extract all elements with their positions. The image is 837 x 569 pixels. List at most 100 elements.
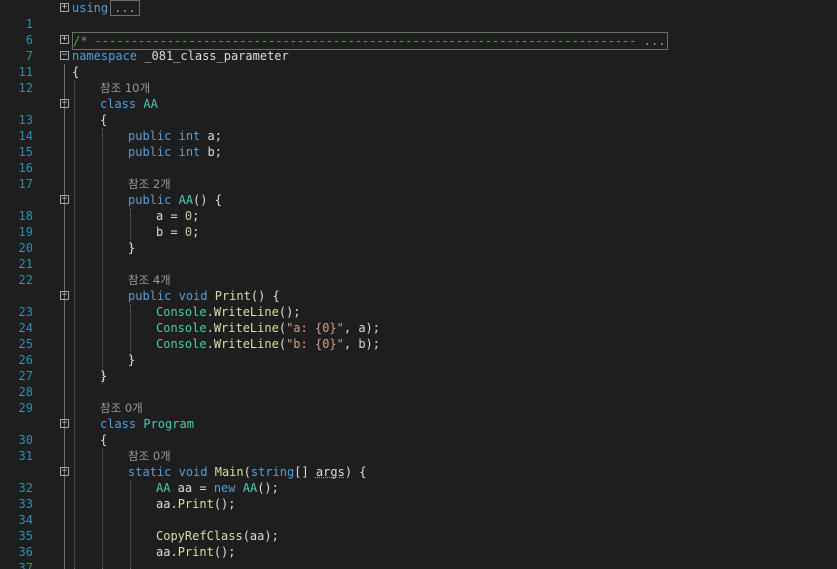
string-literal: "a: {0}" xyxy=(286,321,344,335)
code-line[interactable]: 28 } xyxy=(0,368,837,399)
line-content: Console.WriteLine("b: {0}", b); xyxy=(156,336,380,352)
punctuation: (aa); xyxy=(242,529,279,543)
method-name: WriteLine xyxy=(213,337,279,351)
code-line[interactable]: 15 public int a; xyxy=(0,128,837,159)
codelens-references[interactable]: 참조 10개 xyxy=(100,80,150,96)
code-line[interactable]: 19 a = 0; xyxy=(0,208,837,239)
method-name: Print xyxy=(214,289,251,303)
code-line[interactable]: 21 } xyxy=(0,240,837,271)
collapse-icon[interactable]: − xyxy=(60,467,69,476)
line-content: } xyxy=(128,241,136,255)
code-line[interactable]: 36 CopyRefClass(aa); xyxy=(0,528,837,559)
line-content: } xyxy=(128,353,136,367)
punctuation: ) { xyxy=(344,465,367,479)
collapse-icon[interactable]: − xyxy=(60,195,69,204)
line-content: CopyRefClass(aa); xyxy=(156,528,279,544)
expand-icon[interactable]: + xyxy=(60,3,69,12)
codelens-references[interactable]: 참조 0개 xyxy=(100,400,143,416)
comment-text: /* -------------------------------------… xyxy=(73,34,637,48)
code-line[interactable]: 31 { xyxy=(0,432,837,463)
keyword: public xyxy=(128,129,172,143)
codelens-references[interactable]: 참조 4개 xyxy=(128,272,171,288)
identifier: a = xyxy=(156,209,185,223)
punctuation: , b); xyxy=(343,337,380,351)
collapse-icon[interactable]: − xyxy=(60,291,69,300)
codelens-row: 참조 10개 xyxy=(0,80,837,96)
code-line[interactable]: 20 b = 0; xyxy=(0,224,837,255)
line-content: Console.WriteLine("a: {0}", a); xyxy=(156,320,380,336)
line-content: a = 0; xyxy=(156,208,199,224)
code-line[interactable]: 30 − class Program xyxy=(0,416,837,447)
codelens-row: 참조 4개 xyxy=(0,272,837,288)
code-line[interactable]: 11 − namespace _081_class_parameter xyxy=(0,48,837,79)
line-content: { xyxy=(100,113,108,127)
namespace-name: _081_class_parameter xyxy=(144,49,289,63)
collapsed-region-indicator[interactable]: ... xyxy=(110,0,140,16)
line-content: public int a; xyxy=(128,128,222,144)
line-content: Console.WriteLine(); xyxy=(156,304,301,320)
identifier: b; xyxy=(207,145,222,159)
type-name: AA xyxy=(156,481,171,495)
keyword: void xyxy=(178,289,208,303)
punctuation: , a); xyxy=(343,321,380,335)
codelens-references[interactable]: 참조 2개 xyxy=(128,176,171,192)
line-content: } xyxy=(100,369,108,383)
line-content: { xyxy=(100,433,108,447)
identifier: b = xyxy=(156,225,185,239)
code-line[interactable]: 29 xyxy=(0,384,837,415)
punctuation: ( xyxy=(243,465,251,479)
code-line[interactable]: 33 AA aa = new AA(); xyxy=(0,480,837,511)
line-content: class AA xyxy=(100,96,158,112)
collapse-icon[interactable]: − xyxy=(60,51,69,60)
method-name: CopyRefClass xyxy=(156,529,243,543)
parameter: args xyxy=(315,465,345,479)
code-line[interactable]: 25 Console.WriteLine("a: {0}", a); xyxy=(0,320,837,351)
code-line[interactable]: 18 − public AA() { xyxy=(0,192,837,223)
code-line[interactable]: 24 Console.WriteLine(); xyxy=(0,304,837,335)
punctuation: . xyxy=(206,305,214,319)
line-content: static void Main(string[] args) { xyxy=(128,464,367,480)
code-line[interactable]: 1 + using... xyxy=(0,0,837,31)
code-line[interactable]: 22 xyxy=(0,256,837,287)
type-name: Console xyxy=(156,305,207,319)
punctuation: (); xyxy=(278,305,301,319)
line-content: b = 0; xyxy=(156,224,199,240)
collapse-icon[interactable]: − xyxy=(60,99,69,108)
punctuation: ( xyxy=(278,337,287,351)
keyword: class xyxy=(100,417,137,431)
constructor-name: AA xyxy=(178,193,194,207)
code-line[interactable]: 27 } xyxy=(0,352,837,383)
code-line[interactable]: 14 { xyxy=(0,112,837,143)
keyword: int xyxy=(178,145,201,159)
expand-icon[interactable]: + xyxy=(60,35,69,44)
code-line[interactable]: 38 xyxy=(0,553,837,569)
keyword: static xyxy=(128,465,172,479)
punctuation: (); xyxy=(213,497,236,511)
code-line[interactable]: 13 − class AA xyxy=(0,96,837,127)
class-name: AA xyxy=(143,97,158,111)
punctuation: ; xyxy=(192,209,200,223)
collapsed-region-indicator: ... xyxy=(643,34,666,48)
codelens-row: 참조 0개 xyxy=(0,400,837,416)
code-line[interactable]: 17 xyxy=(0,160,837,191)
code-line[interactable]: 12 { xyxy=(0,64,837,95)
collapse-icon[interactable]: − xyxy=(60,419,69,428)
keyword: int xyxy=(178,129,201,143)
code-line[interactable]: 6 xyxy=(0,16,837,47)
method-name: Print xyxy=(177,497,214,511)
code-line[interactable]: 23 − public void Print() { xyxy=(0,288,837,319)
method-name: Main xyxy=(214,465,244,479)
code-line[interactable]: 7 + /* ---------------------------------… xyxy=(0,32,837,63)
code-line[interactable]: 35 xyxy=(0,512,837,543)
code-line[interactable]: 32 − static void Main(string[] args) { xyxy=(0,464,837,495)
string-literal: "b: {0}" xyxy=(286,337,344,351)
code-line[interactable]: 16 public int b; xyxy=(0,144,837,175)
codelens-references[interactable]: 참조 0개 xyxy=(128,448,171,464)
code-editor[interactable]: 1 + using... 6 7 + /* ------------------… xyxy=(0,0,837,569)
code-line[interactable]: 26 Console.WriteLine("b: {0}", b); xyxy=(0,336,837,367)
identifier: a; xyxy=(207,129,222,143)
code-line[interactable]: 34 aa.Print(); xyxy=(0,496,837,527)
method-name: WriteLine xyxy=(213,321,279,335)
keyword: new xyxy=(213,481,236,495)
